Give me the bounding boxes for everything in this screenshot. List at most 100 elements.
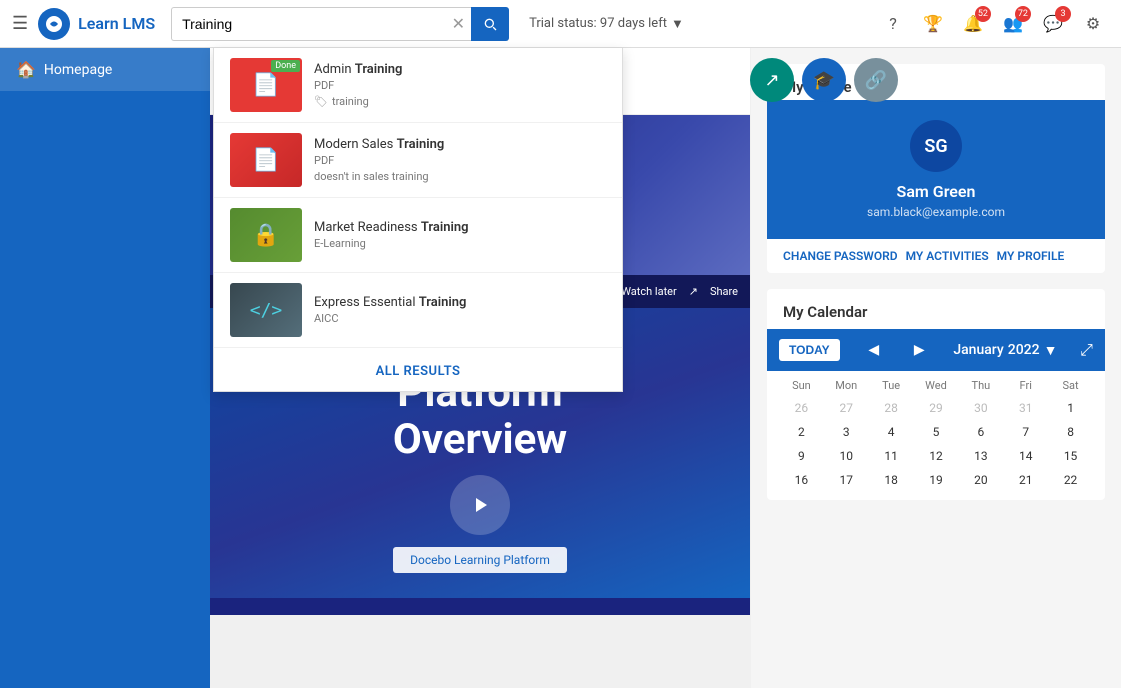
learn-action-button[interactable]: 🎓	[802, 58, 846, 102]
video-play-button[interactable]	[450, 475, 510, 535]
nav-icons: ? 🏆 🔔 52 👥 72 💬 3 ⚙	[877, 8, 1109, 40]
cal-day[interactable]: 18	[869, 468, 914, 492]
cal-day[interactable]: 20	[958, 468, 1003, 492]
settings-icon[interactable]: ⚙	[1077, 8, 1109, 40]
calendar-prev-button[interactable]: ◀	[862, 340, 885, 360]
link-action-button[interactable]: 🔗	[854, 58, 898, 102]
cal-day[interactable]: 10	[824, 444, 869, 468]
all-results-row: ALL RESULTS	[214, 348, 622, 391]
dropdown-title-market-readiness: Market Readiness Training	[314, 220, 606, 235]
logo: Learn LMS	[38, 8, 155, 40]
search-wrapper: ✕	[171, 7, 509, 41]
cal-day[interactable]: 14	[1003, 444, 1048, 468]
action-buttons: ↗ 🎓 🔗	[750, 58, 898, 102]
dropdown-thumb-modern-sales: 📄	[230, 133, 302, 187]
profile-name: Sam Green	[787, 182, 1085, 201]
dropdown-thumb-express-essential: </>	[230, 283, 302, 337]
logo-text: Learn LMS	[78, 14, 155, 33]
dropdown-info-modern-sales: Modern Sales Training PDF doesn't in sal…	[314, 137, 606, 183]
calendar-section-title: My Calendar	[767, 289, 1105, 329]
calendar-expand-icon[interactable]: ⤢	[1080, 340, 1093, 360]
messages-icon[interactable]: 💬 3	[1037, 8, 1069, 40]
hamburger-icon[interactable]: ☰	[12, 13, 28, 34]
video-platform-label: Docebo Learning Platform	[393, 547, 567, 573]
help-icon[interactable]: ?	[877, 8, 909, 40]
logo-icon	[38, 8, 70, 40]
profile-actions: CHANGE PASSWORD MY ACTIVITIES MY PROFILE	[767, 239, 1105, 273]
dropdown-title-admin: Admin Training	[314, 62, 606, 77]
calendar-header: TODAY ◀ ▶ January 2022 ▼ ⤢	[767, 329, 1105, 371]
pdf-icon: 📄	[252, 73, 279, 98]
dropdown-thumb-market-readiness: 🔒	[230, 208, 302, 262]
my-activities-link[interactable]: MY ACTIVITIES	[906, 249, 989, 263]
change-password-link[interactable]: CHANGE PASSWORD	[783, 249, 898, 263]
profile-email: sam.black@example.com	[787, 205, 1085, 219]
trial-status[interactable]: Trial status: 97 days left ▼	[529, 16, 684, 32]
cal-day[interactable]: 11	[869, 444, 914, 468]
cal-day[interactable]: 8	[1048, 420, 1093, 444]
calendar-grid: Sun Mon Tue Wed Thu Fri Sat 26 27 28 29 …	[767, 371, 1105, 500]
notifications-icon[interactable]: 🔔 52	[957, 8, 989, 40]
calendar-month-year: January 2022 ▼	[953, 342, 1057, 359]
dropdown-title-express-essential: Express Essential Training	[314, 295, 606, 310]
dropdown-info-express-essential: Express Essential Training AICC	[314, 295, 606, 325]
profile-avatar: SG	[910, 120, 962, 172]
dropdown-type-admin: PDF	[314, 79, 606, 92]
cal-day[interactable]: 21	[1003, 468, 1048, 492]
cal-day[interactable]: 12	[914, 444, 959, 468]
calendar-card: My Calendar TODAY ◀ ▶ January 2022 ▼ ⤢ S…	[767, 289, 1105, 500]
cal-day[interactable]: 3	[824, 420, 869, 444]
cal-day[interactable]: 31	[1003, 396, 1048, 420]
search-clear-icon[interactable]: ✕	[452, 14, 465, 33]
dropdown-thumb-admin: 📄 Done	[230, 58, 302, 112]
dropdown-info-admin: Admin Training PDF 🏷 training	[314, 62, 606, 108]
all-results-link[interactable]: ALL RESULTS	[376, 364, 461, 379]
calendar-day-headers: Sun Mon Tue Wed Thu Fri Sat	[779, 379, 1093, 392]
cal-day[interactable]: 17	[824, 468, 869, 492]
calendar-days: 26 27 28 29 30 31 1 2 3 4 5 6 7 8 9 10 1…	[779, 396, 1093, 492]
cal-day[interactable]: 15	[1048, 444, 1093, 468]
calendar-today-button[interactable]: TODAY	[779, 339, 840, 361]
cal-day[interactable]: 6	[958, 420, 1003, 444]
dropdown-item-modern-sales[interactable]: 📄 Modern Sales Training PDF doesn't in s…	[214, 123, 622, 198]
dropdown-type-modern-sales: PDF	[314, 154, 606, 167]
trophy-icon[interactable]: 🏆	[917, 8, 949, 40]
my-profile-link[interactable]: MY PROFILE	[997, 249, 1065, 263]
dropdown-title-modern-sales: Modern Sales Training	[314, 137, 606, 152]
cal-day[interactable]: 5	[914, 420, 959, 444]
cal-day[interactable]: 1	[1048, 396, 1093, 420]
sidebar-item-homepage[interactable]: 🏠 Homepage	[0, 48, 210, 91]
search-input[interactable]	[171, 7, 471, 41]
home-icon: 🏠	[16, 60, 36, 79]
cal-day[interactable]: 28	[869, 396, 914, 420]
dropdown-item-express-essential[interactable]: </> Express Essential Training AICC	[214, 273, 622, 348]
dropdown-item-market-readiness[interactable]: 🔒 Market Readiness Training E-Learning	[214, 198, 622, 273]
share-icon: ↗	[689, 285, 698, 298]
cal-day[interactable]: 13	[958, 444, 1003, 468]
users-icon[interactable]: 👥 72	[997, 8, 1029, 40]
pdf-icon: 📄	[252, 148, 279, 173]
sidebar: 🏠 Homepage	[0, 48, 210, 688]
cal-day[interactable]: 2	[779, 420, 824, 444]
dropdown-item-admin-training[interactable]: 📄 Done Admin Training PDF 🏷 training	[214, 48, 622, 123]
dropdown-tag-modern-sales: doesn't in sales training	[314, 170, 606, 183]
cal-day[interactable]: 9	[779, 444, 824, 468]
search-dropdown: 📄 Done Admin Training PDF 🏷 training 📄 M…	[213, 48, 623, 392]
cal-day[interactable]: 22	[1048, 468, 1093, 492]
search-button[interactable]	[471, 7, 509, 41]
cal-day[interactable]: 30	[958, 396, 1003, 420]
right-panel: My Profile SG Sam Green sam.black@exampl…	[751, 48, 1121, 688]
cal-day[interactable]: 29	[914, 396, 959, 420]
share-action-button[interactable]: ↗	[750, 58, 794, 102]
calendar-next-button[interactable]: ▶	[908, 340, 931, 360]
lock-icon: 🔒	[252, 223, 279, 248]
top-nav: ☰ Learn LMS ✕ Trial status: 97 days left…	[0, 0, 1121, 48]
cal-day[interactable]: 19	[914, 468, 959, 492]
cal-day[interactable]: 7	[1003, 420, 1048, 444]
cal-day[interactable]: 27	[824, 396, 869, 420]
cal-day[interactable]: 4	[869, 420, 914, 444]
cal-day[interactable]: 16	[779, 468, 824, 492]
cal-day[interactable]: 26	[779, 396, 824, 420]
dropdown-type-express-essential: AICC	[314, 312, 606, 325]
dropdown-type-market-readiness: E-Learning	[314, 237, 606, 250]
